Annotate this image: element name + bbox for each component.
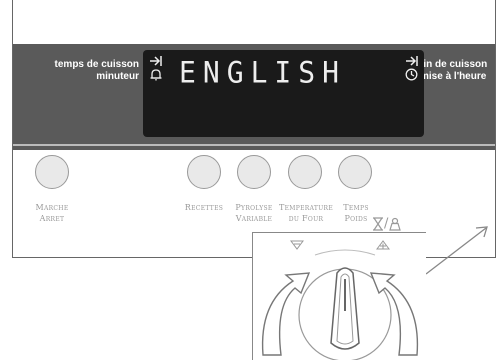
selector-dial-zoom [252,232,426,360]
label-end-group: fin de cuisson mise à l'heure [420,59,498,83]
time-weight-button[interactable] [338,155,372,189]
timer-weight-icons: / [372,216,402,232]
weight-icon [389,217,402,231]
on-off-label: Marche Arret [35,203,69,223]
clock-icon [405,68,418,81]
display-text: ENGLISH [179,55,347,90]
lcd-display: ENGLISH [143,50,424,137]
on-off-button[interactable] [35,155,69,189]
zoom-pointer [425,226,488,275]
label-cook-time-group: temps de cuisson minuteur [43,59,139,83]
minus-marker-icon [290,240,304,250]
end-time-arrow-icon [150,56,162,66]
recipes-button[interactable] [187,155,221,189]
bell-icon [150,69,162,81]
band-divider [13,144,495,146]
label-end-cook: fin de cuisson [420,59,488,70]
label-timer: minuteur [96,71,139,82]
oven-temperature-button[interactable] [288,155,322,189]
plus-marker-icon [376,240,390,250]
pyrolysis-button[interactable] [237,155,271,189]
label-cook-time: temps de cuisson [54,59,139,70]
dial-arc [314,249,376,256]
end-time-arrow-icon [406,56,418,66]
label-set-clock: mise à l'heure [420,71,487,82]
hourglass-icon [373,217,383,231]
